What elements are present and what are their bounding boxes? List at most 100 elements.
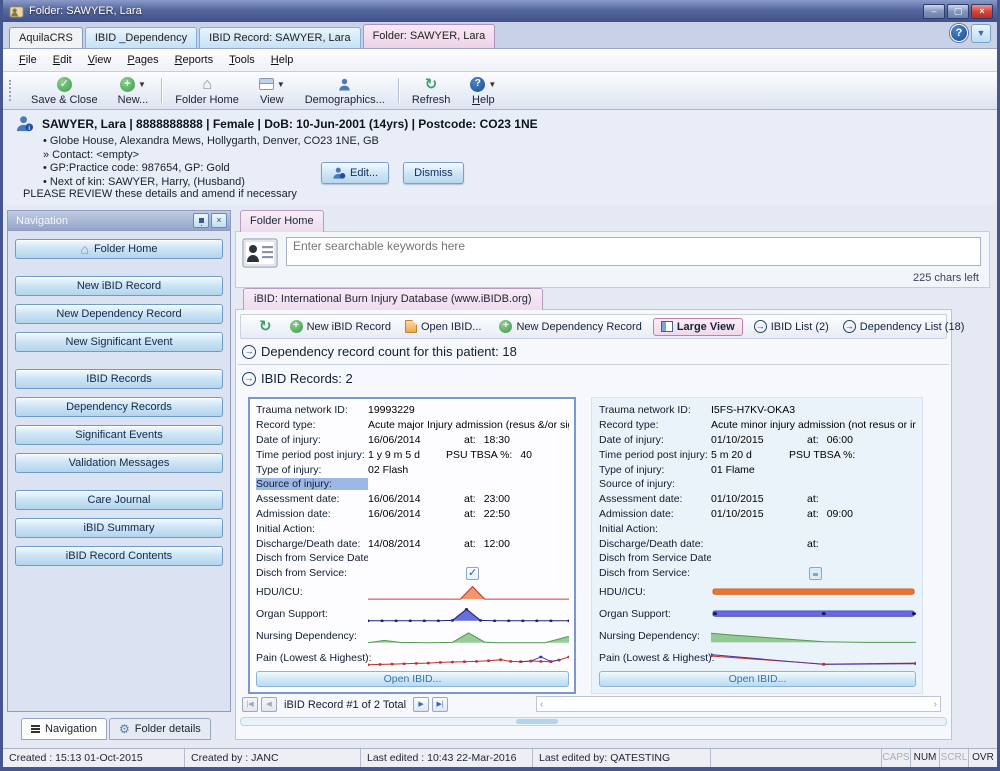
patient-banner: i SAWYER, Lara | 8888888888 | Female | D… <box>3 110 997 205</box>
ibid-database-tab[interactable]: iBID: International Burn Injury Database… <box>243 288 543 310</box>
menu-view[interactable]: View <box>80 51 120 69</box>
next-record-button[interactable]: ▶ <box>413 697 429 712</box>
field-label-selected[interactable]: Source of injury: <box>256 478 368 490</box>
nav-folder-home-button[interactable]: ⌂Folder Home <box>15 239 223 259</box>
field-value: 01/10/2015 <box>711 508 807 520</box>
arrow-right-icon[interactable]: → <box>242 345 256 359</box>
menu-edit[interactable]: Edit <box>45 51 80 69</box>
maximize-button[interactable]: ▢ <box>947 4 969 19</box>
navigation-panel-header: Navigation × <box>8 211 230 231</box>
scroll-left-icon[interactable]: ‹ <box>540 699 543 710</box>
contact-card-icon <box>242 237 278 269</box>
dependency-list-button[interactable]: →Dependency List (18) <box>836 318 972 335</box>
new-dependency-record-button[interactable]: +New Dependency Record <box>492 318 648 335</box>
toolbar-grip[interactable] <box>9 80 17 101</box>
nav-significant-events-button[interactable]: Significant Events <box>15 425 223 445</box>
last-record-button[interactable]: ▶| <box>432 697 448 712</box>
refresh-icon: ↻ <box>259 319 272 334</box>
field-label: Disch from Service: <box>256 567 368 579</box>
field-label: Pain (Lowest & Highest): <box>599 652 711 664</box>
scrollbar-thumb[interactable] <box>516 719 558 724</box>
edit-button[interactable]: Edit... <box>321 162 389 184</box>
field-label: Source of injury: <box>599 478 711 490</box>
field-label: Type of injury: <box>256 464 368 476</box>
disch-from-service-checkbox[interactable] <box>809 567 822 580</box>
bottom-scrollbar[interactable] <box>240 717 947 726</box>
ibid-refresh-button[interactable]: ↻ <box>252 317 279 336</box>
help-button[interactable]: ?▼ Help <box>460 74 506 107</box>
nav-ibid-summary-button[interactable]: iBID Summary <box>15 518 223 538</box>
refresh-button[interactable]: ↻ Refresh <box>402 74 461 107</box>
nav-ibid-record-contents-button[interactable]: iBID Record Contents <box>15 546 223 566</box>
status-last-edited: Last edited : 10:43 22-Mar-2016 <box>361 749 533 767</box>
arrow-right-icon: → <box>754 320 767 333</box>
nav-new-significant-event-button[interactable]: New Significant Event <box>15 332 223 352</box>
svg-text:i: i <box>28 125 30 132</box>
horizontal-scrollbar[interactable]: ‹› <box>536 696 941 712</box>
open-ibid-button[interactable]: Open IBID... <box>256 671 569 687</box>
tab-ibid-record[interactable]: IBID Record: SAWYER, Lara <box>199 27 360 48</box>
window-icon <box>661 321 673 332</box>
field-label: Nursing Dependency: <box>599 630 711 642</box>
close-icon[interactable]: × <box>211 213 227 228</box>
nav-validation-messages-button[interactable]: Validation Messages <box>15 453 223 473</box>
new-button[interactable]: +▼ New... <box>108 74 159 107</box>
panel-tabs: Navigation ⚙Folder details <box>7 716 211 740</box>
menu-bar: File Edit View Pages Reports Tools Help <box>3 49 997 72</box>
patient-icon: i <box>15 114 34 133</box>
save-close-button[interactable]: ✓ Save & Close <box>21 74 108 107</box>
field-label: HDU/ICU: <box>256 586 368 598</box>
large-view-toggle[interactable]: Large View <box>653 318 743 336</box>
nav-dependency-records-button[interactable]: Dependency Records <box>15 397 223 417</box>
menu-help[interactable]: Help <box>263 51 302 69</box>
pain-sparkline <box>368 648 569 668</box>
plus-icon: + <box>499 320 512 333</box>
tab-folder-active[interactable]: Folder: SAWYER, Lara <box>363 24 496 48</box>
pin-icon[interactable] <box>193 213 209 228</box>
main-toolbar: ✓ Save & Close +▼ New... ⌂ Folder Home ▼… <box>3 72 997 110</box>
nav-new-dependency-record-button[interactable]: New Dependency Record <box>15 304 223 324</box>
menu-pages[interactable]: Pages <box>119 51 166 69</box>
view-button[interactable]: ▼ View <box>249 74 295 107</box>
help-icon[interactable]: ? <box>950 24 968 42</box>
tab-ibid-dependency[interactable]: IBID _Dependency <box>85 27 197 48</box>
open-ibid-button[interactable]: Open IBID... <box>398 318 489 335</box>
ibid-record-card-2[interactable]: Trauma network ID:I5FS-H7KV-OKA3 Record … <box>591 397 923 694</box>
ibid-record-card-1[interactable]: Trauma network ID:19993229 Record type:A… <box>248 397 576 694</box>
open-ibid-button[interactable]: Open IBID... <box>599 671 916 687</box>
menu-reports[interactable]: Reports <box>167 51 222 69</box>
chevron-down-icon[interactable]: ▼ <box>971 24 991 43</box>
check-icon: ✓ <box>57 77 72 92</box>
folder-home-tab[interactable]: Folder Home <box>240 210 324 232</box>
ibid-list-button[interactable]: →IBID List (2) <box>747 318 836 335</box>
tab-folder-details[interactable]: ⚙Folder details <box>109 718 211 740</box>
folder-home-button[interactable]: ⌂ Folder Home <box>165 74 249 107</box>
status-created: Created : 15:13 01-Oct-2015 <box>3 749 185 767</box>
minimize-button[interactable]: – <box>923 4 945 19</box>
field-label: Trauma network ID: <box>599 404 711 416</box>
new-ibid-record-button[interactable]: +New iBID Record <box>283 318 398 335</box>
search-panel: 225 chars left <box>235 231 990 288</box>
close-button[interactable]: × <box>971 4 993 19</box>
field-value: 16/06/2014 <box>368 508 464 520</box>
arrow-right-icon[interactable]: → <box>242 372 256 386</box>
previous-record-button[interactable]: ◀ <box>261 697 277 712</box>
menu-tools[interactable]: Tools <box>221 51 263 69</box>
nursing-dependency-sparkline <box>711 626 916 646</box>
scroll-right-icon[interactable]: › <box>934 699 937 710</box>
dismiss-button[interactable]: Dismiss <box>403 162 464 184</box>
tab-navigation[interactable]: Navigation <box>21 718 107 740</box>
nav-care-journal-button[interactable]: Care Journal <box>15 490 223 510</box>
first-record-button[interactable]: |◀ <box>242 697 258 712</box>
search-input[interactable] <box>286 237 981 266</box>
menu-file[interactable]: File <box>11 51 45 69</box>
demographics-button[interactable]: Demographics... <box>295 74 395 107</box>
ibid-panel: ↻ +New iBID Record Open IBID... +New Dep… <box>235 309 952 740</box>
field-label: Assessment date: <box>599 493 711 505</box>
field-value: 5 m 20 d <box>711 449 789 461</box>
nav-new-ibid-record-button[interactable]: New iBID Record <box>15 276 223 296</box>
nav-ibid-records-button[interactable]: IBID Records <box>15 369 223 389</box>
disch-from-service-checkbox[interactable] <box>466 567 479 580</box>
status-bar: Created : 15:13 01-Oct-2015 Created by :… <box>3 748 997 767</box>
tab-aquilacrs[interactable]: AquilaCRS <box>9 27 83 48</box>
